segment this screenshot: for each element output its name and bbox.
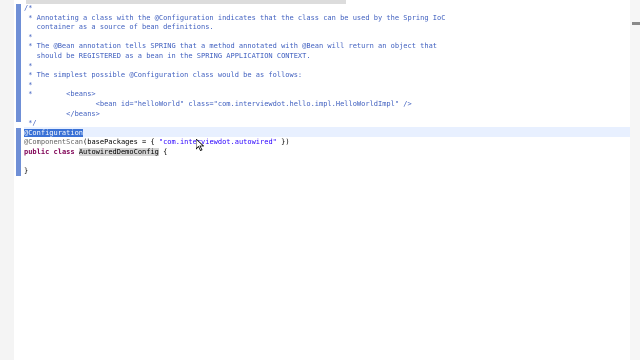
- code-area[interactable]: /* * Annotating a class with the @Config…: [24, 4, 624, 177]
- comment-block-marker: [16, 4, 21, 122]
- class-keyword[interactable]: class: [54, 148, 75, 156]
- code-line[interactable]: *: [24, 62, 624, 72]
- code-line[interactable]: should be REGISTERED as a bean in the SP…: [24, 52, 624, 62]
- code-line[interactable]: */: [24, 119, 624, 129]
- component-scan-package[interactable]: "com.interviewdot.autowired": [159, 138, 277, 146]
- code-editor[interactable]: /* * Annotating a class with the @Config…: [0, 0, 640, 360]
- overview-mark[interactable]: [632, 22, 640, 25]
- code-line-component-scan[interactable]: @ComponentScan(basePackages = { "com.int…: [24, 138, 624, 148]
- code-line-blank[interactable]: [24, 158, 624, 168]
- mouse-pointer-icon: [196, 139, 204, 151]
- code-line-configuration[interactable]: @Configuration: [24, 128, 624, 139]
- public-keyword[interactable]: public: [24, 148, 49, 156]
- code-line[interactable]: *: [24, 33, 624, 43]
- code-line-class-close[interactable]: }: [24, 167, 624, 177]
- class-block-marker: [16, 128, 21, 176]
- overview-ruler[interactable]: [630, 0, 640, 360]
- component-scan-attribute[interactable]: (basePackages = {: [83, 138, 159, 146]
- code-line[interactable]: *: [24, 81, 624, 91]
- class-open-brace[interactable]: {: [159, 148, 167, 156]
- line-number-ruler: [0, 0, 14, 360]
- component-scan-annotation[interactable]: @ComponentScan: [24, 138, 83, 146]
- code-line[interactable]: </beans>: [24, 110, 624, 120]
- component-scan-close[interactable]: }): [277, 138, 289, 146]
- code-line[interactable]: * <beans>: [24, 90, 624, 100]
- code-line-class-declaration[interactable]: public class AutowiredDemoConfig {: [24, 147, 624, 158]
- code-line[interactable]: container as a source of bean definition…: [24, 23, 624, 33]
- code-line[interactable]: * The @Bean annotation tells SPRING that…: [24, 42, 624, 52]
- code-line[interactable]: <bean id="helloWorld" class="com.intervi…: [24, 100, 624, 110]
- class-name[interactable]: AutowiredDemoConfig: [78, 147, 159, 156]
- code-line[interactable]: * The simplest possible @Configuration c…: [24, 71, 624, 81]
- configuration-annotation[interactable]: @Configuration: [24, 128, 84, 137]
- code-line[interactable]: /*: [24, 4, 624, 14]
- code-line[interactable]: * Annotating a class with the @Configura…: [24, 14, 624, 24]
- folding-ruler: [16, 0, 22, 360]
